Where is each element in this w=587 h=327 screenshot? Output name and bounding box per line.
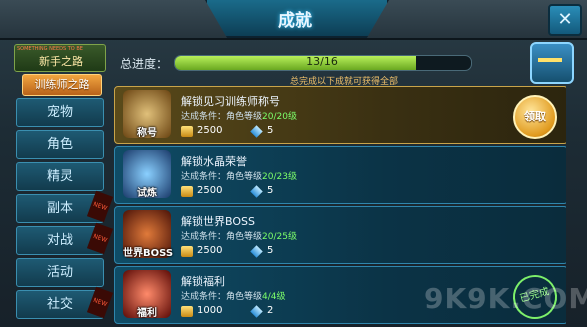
condition-value: 20/20级 (262, 112, 297, 122)
sidebar-item-social[interactable]: 社交 NEW (16, 286, 114, 319)
progress-label: 总进度： (120, 57, 169, 71)
achievement-condition: 达成条件：角色等级4/4级 (181, 289, 286, 302)
watermark: 9K9K.COM (424, 282, 587, 315)
achievement-card[interactable]: 称号 解锁见习训练师称号 达成条件：角色等级20/20级 2500 5 领取 (114, 86, 566, 144)
achievement-condition: 达成条件：角色等级20/23级 (181, 169, 297, 182)
condition-prefix: 达成条件：角色等级 (181, 232, 263, 242)
sidebar-item-spirit[interactable]: 精灵 (16, 162, 104, 191)
condition-prefix: 达成条件：角色等级 (181, 172, 263, 182)
achievement-icon-label: 世界BOSS (123, 248, 174, 259)
achievement-icon-label: 试炼 (137, 188, 157, 199)
sidebar-item-label: 社交 (46, 297, 73, 312)
diamond-icon (250, 125, 263, 138)
gold-reward: 2500 (197, 245, 223, 256)
title-badge-icon: 称号 (123, 90, 171, 139)
sidebar-item-label: 角色 (46, 137, 73, 152)
achievement-icon-label: 福利 (137, 308, 157, 319)
total-progress: 总进度： 13/16 (112, 52, 472, 72)
sidebar-item-label: 对战 (46, 233, 73, 248)
sidebar-item-character[interactable]: 角色 (16, 130, 104, 159)
sidebar-item-pets[interactable]: 宠物 (16, 98, 104, 127)
gem-reward: 5 (267, 245, 274, 256)
diamond-icon (250, 185, 263, 198)
achievement-card[interactable]: 试炼 解锁水晶荣誉 达成条件：角色等级20/23级 2500 5 (114, 146, 566, 204)
world-boss-icon: 世界BOSS (123, 210, 174, 259)
diamond-icon (250, 305, 263, 318)
trainer-path-button[interactable]: 训练师之路 (22, 74, 102, 96)
page-title: 成就 (278, 11, 312, 31)
condition-value: 20/25级 (262, 232, 297, 242)
claim-button[interactable]: 领取 (513, 95, 557, 139)
achievement-title: 解锁世界BOSS (181, 215, 255, 228)
progress-value: 13/16 (306, 55, 338, 68)
gold-coin-icon (181, 126, 193, 137)
beginner-banner[interactable]: SOMETHING NEEDS TO BE 新手之路 (14, 44, 106, 72)
condition-prefix: 达成条件：角色等级 (181, 112, 263, 122)
achievement-card[interactable]: 世界BOSS 解锁世界BOSS 达成条件：角色等级20/25级 2500 5 (114, 206, 566, 264)
banner-caption: SOMETHING NEEDS TO BE (17, 46, 83, 52)
sidebar-item-label: 宠物 (46, 105, 73, 120)
condition-prefix: 达成条件：角色等级 (181, 292, 263, 302)
gem-reward: 5 (267, 185, 274, 196)
diamond-icon (250, 245, 263, 258)
sidebar-item-label: 活动 (46, 265, 73, 280)
condition-value: 4/4级 (262, 292, 286, 302)
sidebar: SOMETHING NEEDS TO BE 新手之路 训练师之路 宠物 角色 精… (14, 44, 114, 327)
achievement-title: 解锁水晶荣誉 (181, 155, 247, 168)
gold-coin-icon (181, 186, 193, 197)
treasure-chest-icon[interactable] (530, 42, 574, 84)
gem-reward: 2 (267, 305, 274, 316)
gold-coin-icon (181, 246, 193, 257)
sidebar-item-label: 精灵 (46, 169, 73, 184)
gold-coin-icon (181, 306, 193, 317)
achievement-title: 解锁福利 (181, 275, 225, 288)
banner-label: 新手之路 (39, 55, 83, 68)
crystal-trial-icon: 试炼 (123, 150, 171, 199)
sidebar-item-dungeon[interactable]: 副本 NEW (16, 190, 114, 223)
achievement-icon-label: 称号 (137, 128, 157, 139)
gold-reward: 2500 (197, 185, 223, 196)
achievement-condition: 达成条件：角色等级20/25级 (181, 229, 297, 242)
achievement-title: 解锁见习训练师称号 (181, 95, 280, 108)
welfare-icon: 福利 (123, 270, 171, 319)
sidebar-item-events[interactable]: 活动 (16, 258, 104, 287)
gold-reward: 1000 (197, 305, 223, 316)
sidebar-item-label: 副本 (46, 201, 73, 216)
condition-value: 20/23级 (262, 172, 297, 182)
gold-reward: 2500 (197, 125, 223, 136)
sidebar-item-battle[interactable]: 对战 NEW (16, 222, 114, 255)
achievement-condition: 达成条件：角色等级20/20级 (181, 109, 297, 122)
gem-reward: 5 (267, 125, 274, 136)
close-button[interactable]: ✕ (548, 4, 582, 36)
